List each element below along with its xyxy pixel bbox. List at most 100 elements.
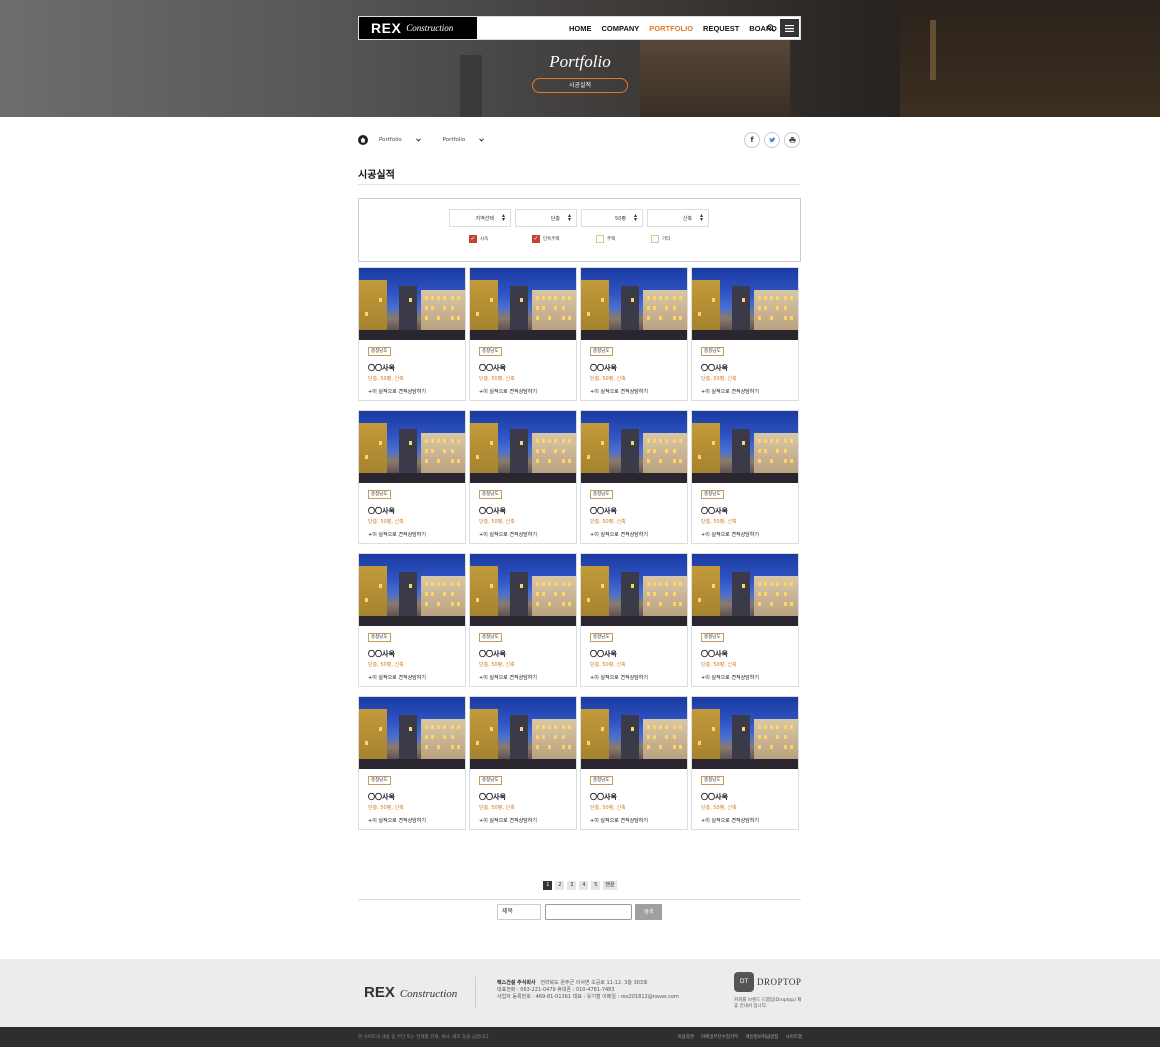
portfolio-photo[interactable]: [359, 554, 465, 626]
search-input[interactable]: [545, 904, 632, 920]
consult-link[interactable]: +이 실적으로 견적상담하기: [479, 531, 537, 538]
portfolio-card[interactable]: 충청남도 〇〇사옥 단층, 50평, 신축 +이 실적으로 견적상담하기: [691, 553, 799, 687]
search-field-select[interactable]: 제목: [497, 904, 541, 920]
consult-link[interactable]: +이 실적으로 견적상담하기: [590, 388, 648, 395]
breadcrumb-dropdown-2[interactable]: Portfolio: [443, 137, 485, 143]
nav-request[interactable]: REQUEST: [703, 24, 739, 33]
footer-logo[interactable]: REX Construction: [364, 984, 457, 1001]
droptop-logo[interactable]: DT DROPTOP: [734, 972, 801, 992]
portfolio-photo[interactable]: [692, 411, 798, 483]
consult-link[interactable]: +이 실적으로 견적상담하기: [701, 674, 759, 681]
checkbox-box[interactable]: [651, 235, 659, 243]
portfolio-photo[interactable]: [692, 697, 798, 769]
consult-link[interactable]: +이 실적으로 견적상담하기: [479, 817, 537, 824]
portfolio-photo[interactable]: [359, 268, 465, 340]
print-button[interactable]: [784, 132, 800, 148]
page-4[interactable]: 4: [579, 881, 589, 890]
twitter-icon: [768, 137, 776, 143]
build-type-select[interactable]: 신축 ▴ ▾: [647, 209, 709, 227]
search-submit-button[interactable]: 검색: [635, 904, 662, 920]
portfolio-card[interactable]: 충청남도 〇〇사옥 단층, 50평, 신축 +이 실적으로 견적상담하기: [358, 410, 466, 544]
droptop-name: DROPTOP: [757, 977, 802, 987]
footer-link-email-policy[interactable]: 이메일무단수집거부: [701, 1034, 738, 1040]
checkbox-box[interactable]: [596, 235, 604, 243]
company-registration: 사업자 등록번호 : 469-81-01361 대표 : 유기철 이메일 : r…: [497, 994, 679, 1000]
consult-link[interactable]: +이 실적으로 견적상담하기: [368, 674, 426, 681]
updown-arrow-icon: ▴ ▾: [567, 212, 571, 223]
checkbox-other[interactable]: 기타: [651, 235, 670, 243]
hero-subpage-pill[interactable]: 시공실적: [532, 78, 628, 93]
consult-link[interactable]: +이 실적으로 견적상담하기: [701, 531, 759, 538]
portfolio-photo[interactable]: [692, 268, 798, 340]
portfolio-card[interactable]: 충청남도 〇〇사옥 단층, 50평, 신축 +이 실적으로 견적상담하기: [691, 410, 799, 544]
home-button[interactable]: [358, 135, 368, 145]
consult-link[interactable]: +이 실적으로 견적상담하기: [701, 817, 759, 824]
portfolio-photo[interactable]: [470, 697, 576, 769]
consult-link[interactable]: +이 실적으로 견적상담하기: [590, 817, 648, 824]
page-2[interactable]: 2: [555, 881, 565, 890]
size-select[interactable]: 50평 ▴ ▾: [581, 209, 643, 227]
portfolio-photo[interactable]: [581, 411, 687, 483]
portfolio-card[interactable]: 충청남도 〇〇사옥 단층, 50평, 신축 +이 실적으로 견적상담하기: [580, 696, 688, 830]
portfolio-card[interactable]: 충청남도 〇〇사옥 단층, 50평, 신축 +이 실적으로 견적상담하기: [469, 696, 577, 830]
facebook-share-button[interactable]: f: [744, 132, 760, 148]
portfolio-photo[interactable]: [581, 554, 687, 626]
checkbox-label: 기타: [662, 237, 671, 242]
footer-link-sitemap[interactable]: 사이트맵: [785, 1034, 802, 1040]
consult-link[interactable]: +이 실적으로 견적상담하기: [368, 817, 426, 824]
portfolio-card[interactable]: 충청남도 〇〇사옥 단층, 50평, 신축 +이 실적으로 견적상담하기: [469, 553, 577, 687]
consult-link[interactable]: +이 실적으로 견적상담하기: [368, 388, 426, 395]
page-1[interactable]: 1: [543, 881, 553, 890]
portfolio-photo[interactable]: [470, 411, 576, 483]
portfolio-card[interactable]: 충청남도 〇〇사옥 단층, 50평, 신축 +이 실적으로 견적상담하기: [580, 267, 688, 401]
page-last[interactable]: 맨끝: [603, 881, 617, 890]
logo-main-text: REX: [364, 984, 395, 1001]
consult-link[interactable]: +이 실적으로 견적상담하기: [701, 388, 759, 395]
consult-link[interactable]: +이 실적으로 견적상담하기: [590, 674, 648, 681]
region-tag: 충청남도: [590, 490, 613, 499]
region-select[interactable]: 지역선택 ▴ ▾: [449, 209, 511, 227]
floors-select[interactable]: 단층 ▴ ▾: [515, 209, 577, 227]
checkbox-box[interactable]: ✓: [532, 235, 540, 243]
portfolio-card[interactable]: 충청남도 〇〇사옥 단층, 50평, 신축 +이 실적으로 견적상담하기: [580, 553, 688, 687]
portfolio-card[interactable]: 충청남도 〇〇사옥 단층, 50평, 신축 +이 실적으로 견적상담하기: [358, 553, 466, 687]
consult-link[interactable]: +이 실적으로 견적상담하기: [590, 531, 648, 538]
portfolio-photo[interactable]: [359, 697, 465, 769]
portfolio-card[interactable]: 충청남도 〇〇사옥 단층, 50평, 신축 +이 실적으로 견적상담하기: [691, 696, 799, 830]
portfolio-photo[interactable]: [581, 268, 687, 340]
menu-button[interactable]: [780, 19, 799, 37]
search-button[interactable]: [763, 20, 778, 36]
portfolio-card[interactable]: 충청남도 〇〇사옥 단층, 50평, 신축 +이 실적으로 견적상담하기: [358, 696, 466, 830]
page-5[interactable]: 5: [591, 881, 601, 890]
footer-link-terms[interactable]: 이용약관: [677, 1034, 694, 1040]
twitter-share-button[interactable]: [764, 132, 780, 148]
checkbox-box[interactable]: ✓: [469, 235, 477, 243]
portfolio-card[interactable]: 충청남도 〇〇사옥 단층, 50평, 신축 +이 실적으로 견적상담하기: [469, 410, 577, 544]
consult-link[interactable]: +이 실적으로 견적상담하기: [368, 531, 426, 538]
footer-bottom-bar: 본 사이트의 내용 중 무단 또는 전재를 전재, 복사, 배포 등을 금합니다…: [0, 1027, 1160, 1047]
nav-portfolio[interactable]: PORTFOLIO: [649, 24, 693, 33]
page-3[interactable]: 3: [567, 881, 577, 890]
portfolio-card[interactable]: 충청남도 〇〇사옥 단층, 50평, 신축 +이 실적으로 견적상담하기: [580, 410, 688, 544]
region-tag: 충청남도: [368, 776, 391, 785]
portfolio-photo[interactable]: [581, 697, 687, 769]
site-logo[interactable]: REX Construction: [359, 17, 477, 39]
checkbox-office[interactable]: ✓ 사옥: [469, 235, 488, 243]
nav-company[interactable]: COMPANY: [602, 24, 640, 33]
portfolio-card[interactable]: 충청남도 〇〇사옥 단층, 50평, 신축 +이 실적으로 견적상담하기: [358, 267, 466, 401]
breadcrumb-dropdown-1[interactable]: Portfolio: [379, 137, 421, 143]
portfolio-card[interactable]: 충청남도 〇〇사옥 단층, 50평, 신축 +이 실적으로 견적상담하기: [469, 267, 577, 401]
checkbox-detached-house[interactable]: ✓ 단독주택: [532, 235, 560, 243]
portfolio-card[interactable]: 충청남도 〇〇사옥 단층, 50평, 신축 +이 실적으로 견적상담하기: [691, 267, 799, 401]
footer-link-privacy[interactable]: 개인정보취급방침: [745, 1034, 778, 1040]
portfolio-photo[interactable]: [692, 554, 798, 626]
portfolio-photo[interactable]: [470, 554, 576, 626]
checkbox-house[interactable]: 주택: [596, 235, 615, 243]
consult-link[interactable]: +이 실적으로 견적상담하기: [479, 388, 537, 395]
portfolio-photo[interactable]: [470, 268, 576, 340]
breadcrumb: Portfolio Portfolio: [358, 133, 506, 147]
consult-link[interactable]: +이 실적으로 견적상담하기: [479, 674, 537, 681]
project-name: 〇〇사옥: [368, 364, 395, 372]
nav-home[interactable]: HOME: [569, 24, 592, 33]
portfolio-photo[interactable]: [359, 411, 465, 483]
